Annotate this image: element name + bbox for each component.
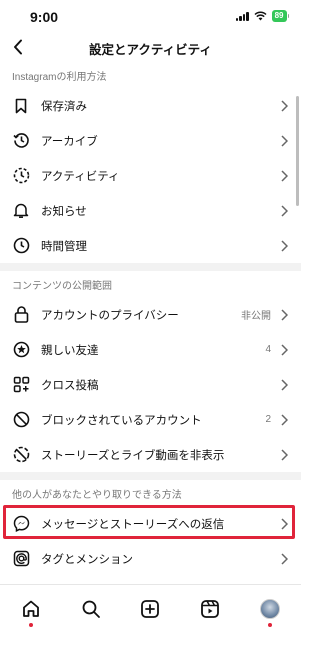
bookmark-icon <box>12 97 30 115</box>
section-divider <box>0 472 301 480</box>
row-messages-story-replies[interactable]: メッセージとストーリーズへの返信 <box>0 505 301 541</box>
settings-list: Instagramの利用方法 保存済み アーカイブ アクティビティ お知らせ 時… <box>0 62 301 576</box>
bottom-tab-bar <box>0 584 301 651</box>
reels-icon <box>201 600 219 618</box>
section-header-usage: Instagramの利用方法 <box>12 71 107 83</box>
row-label: アカウントのプライバシー <box>41 309 179 322</box>
row-value: 4 <box>265 344 271 355</box>
chevron-right-icon <box>279 378 289 392</box>
chevron-right-icon <box>279 517 289 531</box>
section-divider <box>0 263 301 271</box>
row-account-privacy[interactable]: アカウントのプライバシー 非公開 <box>0 297 301 332</box>
profile-notification-dot <box>268 623 272 627</box>
search-icon <box>82 600 100 618</box>
chevron-right-icon <box>279 239 289 253</box>
star-circle-icon <box>12 341 30 359</box>
row-cross-posting[interactable]: クロス投稿 <box>0 367 301 402</box>
row-label: お知らせ <box>41 205 87 218</box>
row-value: 2 <box>265 414 271 425</box>
status-icons: 89 <box>235 10 289 22</box>
battery-tip <box>287 14 289 18</box>
section-header-visibility: コンテンツの公開範囲 <box>12 280 112 292</box>
section-header-interactions: 他の人があなたとやり取りできる方法 <box>12 489 182 501</box>
row-label: 時間管理 <box>41 240 87 253</box>
create-icon <box>141 600 159 618</box>
archive-history-icon <box>12 132 30 150</box>
lock-icon <box>12 306 30 324</box>
messenger-icon <box>12 515 30 533</box>
chevron-right-icon <box>279 413 289 427</box>
row-notifications[interactable]: お知らせ <box>0 193 301 228</box>
row-tags-mentions[interactable]: タグとメンション <box>0 541 301 576</box>
row-saved[interactable]: 保存済み <box>0 88 301 123</box>
tab-create[interactable] <box>138 597 162 621</box>
row-blocked-accounts[interactable]: ブロックされているアカウント 2 <box>0 402 301 437</box>
page-title: 設定とアクティビティ <box>89 43 212 57</box>
chevron-right-icon <box>279 552 289 566</box>
chevron-right-icon <box>279 204 289 218</box>
row-label: アクティビティ <box>41 170 120 183</box>
status-time: 9:00 <box>30 9 59 25</box>
chevron-right-icon <box>279 448 289 462</box>
at-sign-icon <box>12 550 30 568</box>
hide-story-icon <box>12 446 30 464</box>
chevron-right-icon <box>279 343 289 357</box>
row-activity[interactable]: アクティビティ <box>0 158 301 193</box>
row-time-management[interactable]: 時間管理 <box>0 228 301 263</box>
tab-profile[interactable] <box>258 597 282 621</box>
battery-indicator: 89 <box>271 10 287 22</box>
row-value: 非公開 <box>241 311 271 322</box>
block-icon <box>12 411 30 429</box>
header: 設定とアクティビティ <box>0 34 301 62</box>
chevron-right-icon <box>279 308 289 322</box>
row-label: アーカイブ <box>41 135 98 148</box>
tab-reels[interactable] <box>198 597 222 621</box>
row-hide-story-live[interactable]: ストーリーズとライブ動画を非表示 <box>0 437 301 472</box>
bell-icon <box>12 202 30 220</box>
wifi-icon <box>254 11 267 21</box>
home-icon <box>23 600 39 617</box>
chevron-right-icon <box>279 134 289 148</box>
cellular-signal-icon <box>235 11 249 21</box>
grid-plus-icon <box>12 376 30 394</box>
row-close-friends[interactable]: 親しい友達 4 <box>0 332 301 367</box>
row-label: タグとメンション <box>41 553 133 566</box>
activity-icon <box>12 167 30 185</box>
row-label: ブロックされているアカウント <box>41 414 202 427</box>
clock-icon <box>12 237 30 255</box>
row-label: ストーリーズとライブ動画を非表示 <box>41 449 225 462</box>
row-label: 親しい友達 <box>41 344 99 357</box>
home-notification-dot <box>29 623 33 627</box>
status-bar: 9:00 89 <box>0 0 301 34</box>
chevron-right-icon <box>279 169 289 183</box>
tab-home[interactable] <box>19 597 43 621</box>
row-label: メッセージとストーリーズへの返信 <box>41 518 225 531</box>
row-label: クロス投稿 <box>41 379 99 392</box>
row-archive[interactable]: アーカイブ <box>0 123 301 158</box>
chevron-right-icon <box>279 99 289 113</box>
tab-search[interactable] <box>79 597 103 621</box>
row-label: 保存済み <box>41 100 87 113</box>
profile-avatar <box>260 599 280 619</box>
